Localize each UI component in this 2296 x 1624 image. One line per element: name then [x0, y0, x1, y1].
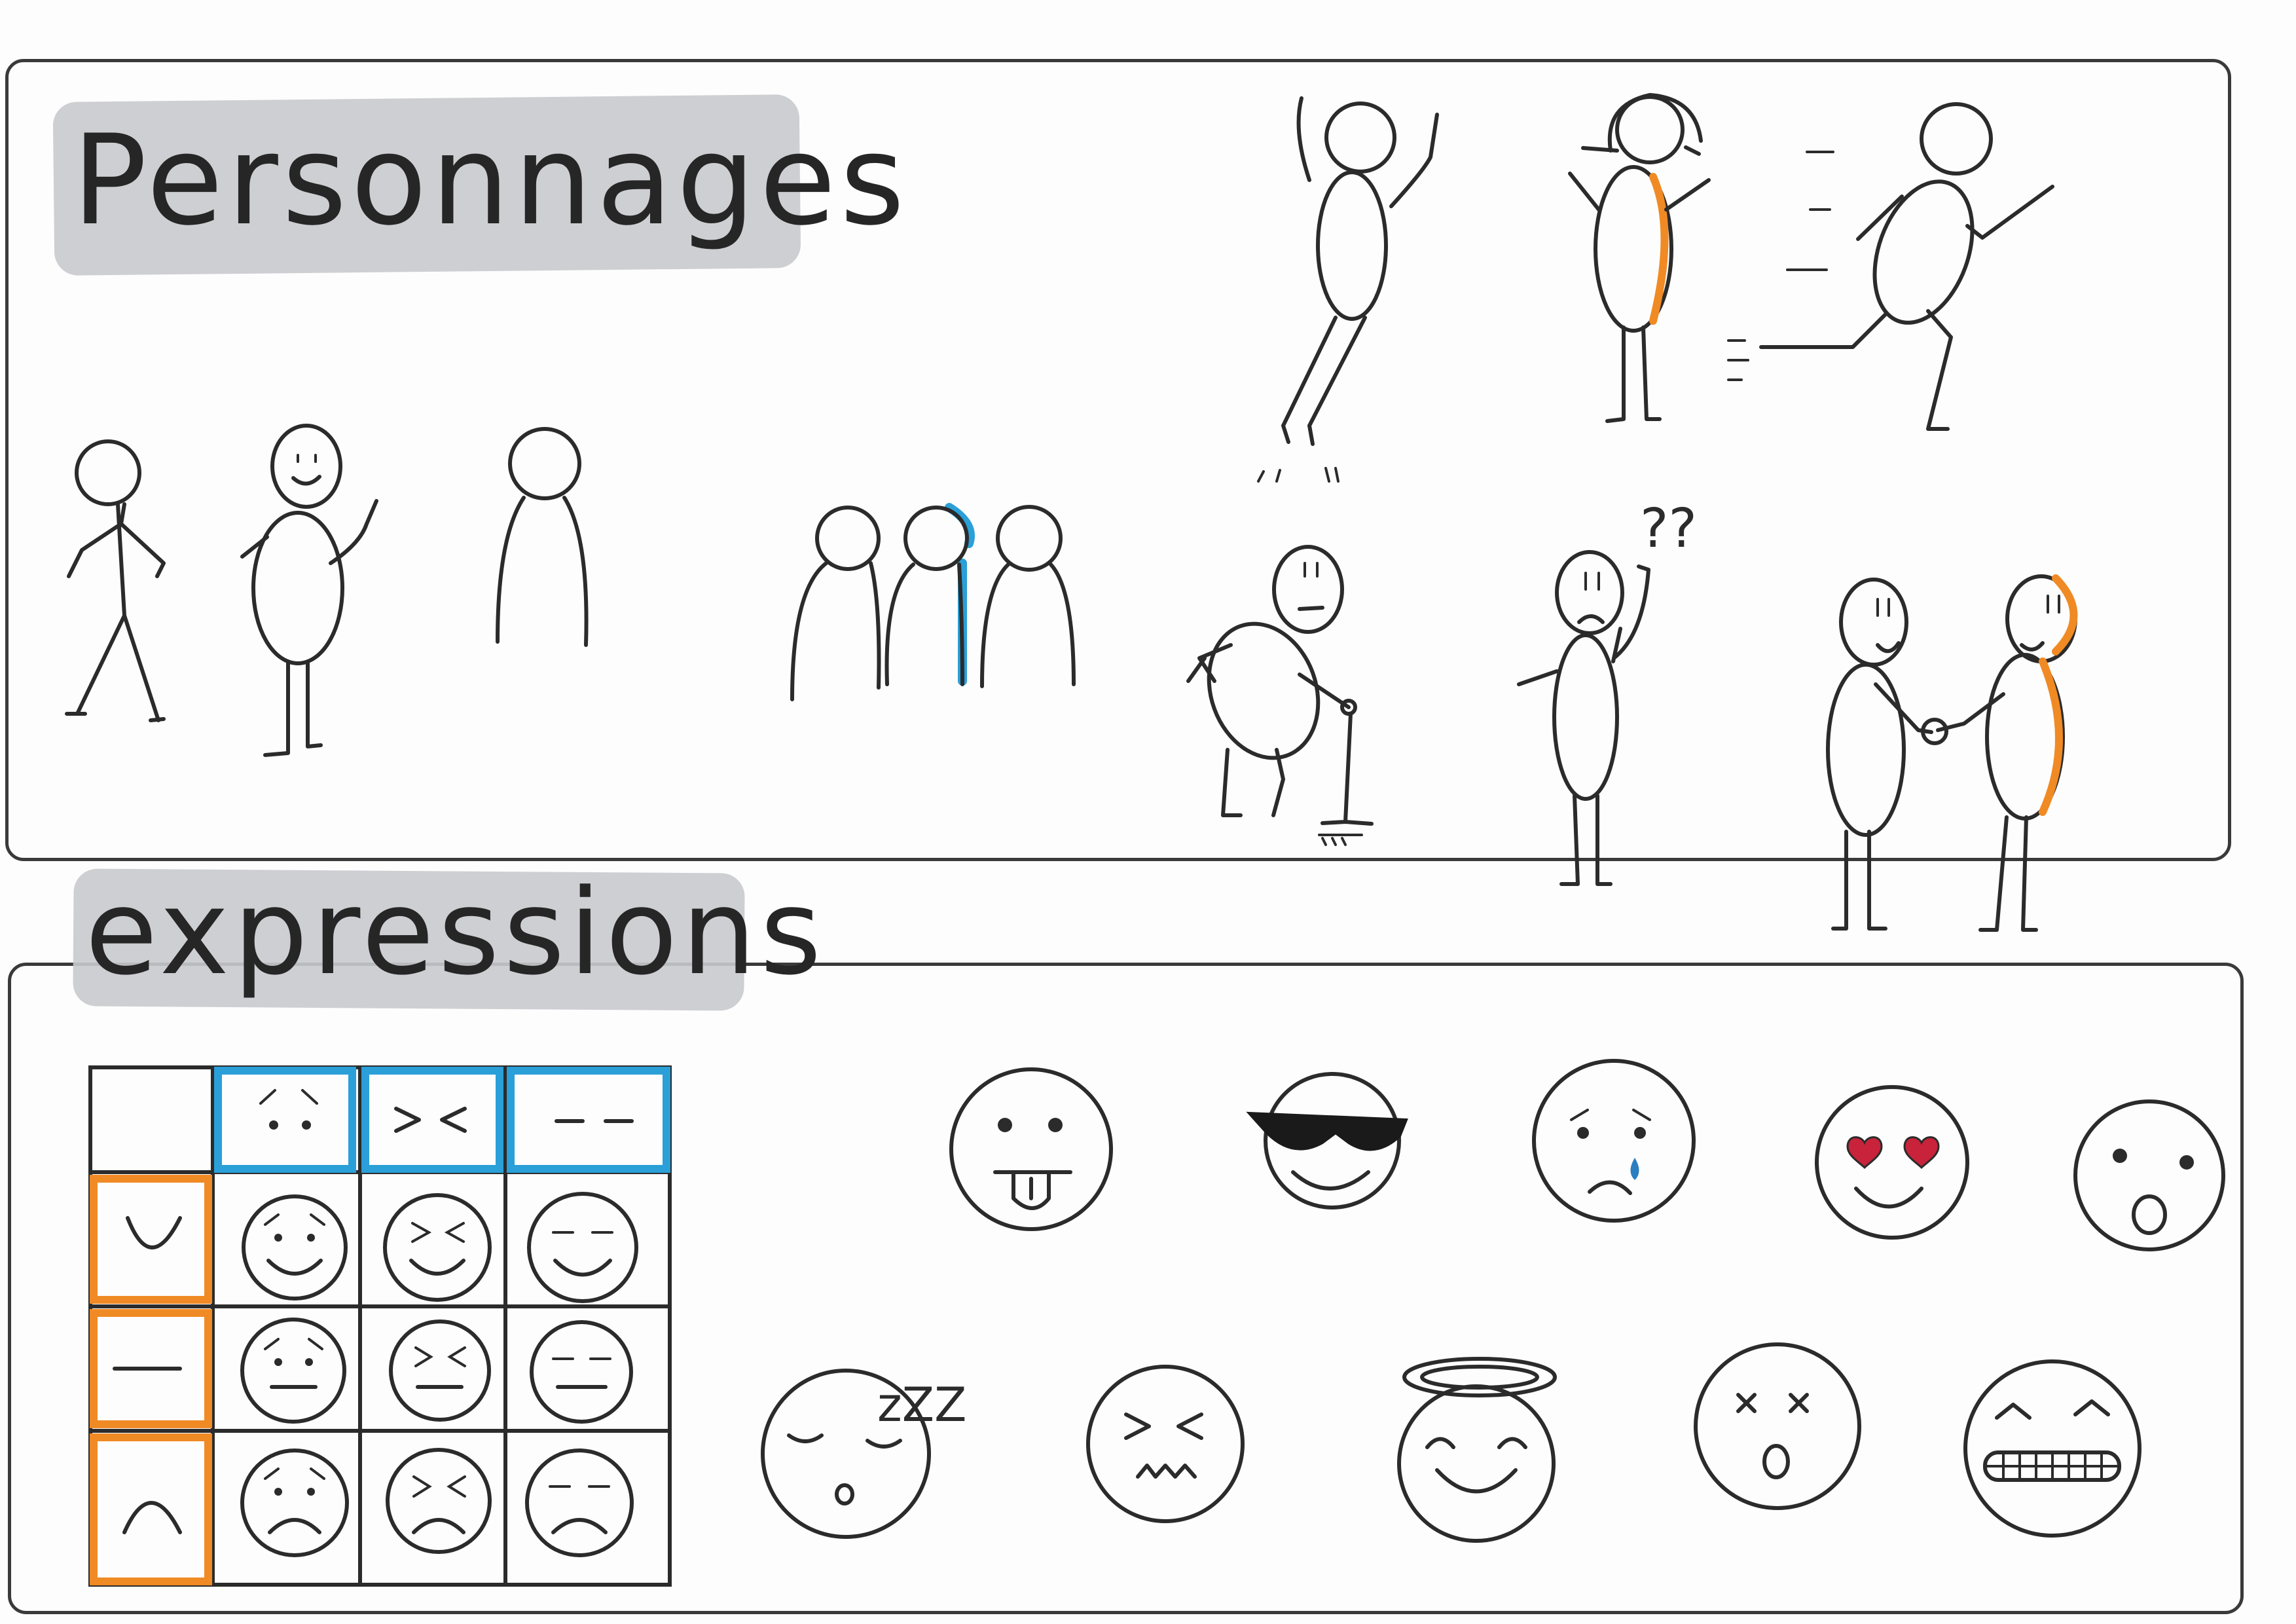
frown-mouth-icon — [122, 1501, 182, 1534]
grid-face-closed-frown-icon — [525, 1449, 634, 1557]
dizzy-face-icon — [1694, 1342, 1861, 1510]
worried-eyes-icon — [259, 1089, 318, 1130]
tongue-out-face-icon — [949, 1067, 1113, 1231]
bean-figure-waving-icon — [240, 424, 378, 757]
crying-face-icon — [1532, 1059, 1696, 1223]
head-torso-outline-icon — [496, 427, 589, 647]
grid-face-squint-flat-icon — [389, 1320, 491, 1422]
figure-with-hair-icon — [1568, 93, 1711, 423]
handshake-pair-icon — [1826, 574, 2078, 932]
heart-eyes-face-icon — [1815, 1085, 1969, 1240]
grid-face-closed-smile-icon — [527, 1192, 638, 1303]
running-figure-icon — [1727, 102, 2054, 431]
surprised-face-icon — [2073, 1099, 2225, 1251]
grid-face-worried-smile-icon — [242, 1194, 348, 1301]
jumping-figure-icon — [1257, 96, 1439, 483]
squint-eyes-icon — [394, 1107, 467, 1133]
confused-figure-icon: ?? — [1517, 498, 1697, 886]
elderly-with-cane-icon — [1186, 545, 1374, 846]
question-marks-text: ?? — [1640, 498, 1697, 560]
sleeping-face-icon: zZZ — [761, 1369, 966, 1539]
sunglasses-face-icon — [1246, 1072, 1408, 1209]
angel-face-icon — [1397, 1357, 1557, 1543]
sleep-marks-text: zZZ — [877, 1377, 966, 1432]
sick-face-icon — [1086, 1365, 1245, 1523]
stick-figure-walking-icon — [65, 439, 166, 722]
sketch-artwork: ?? zZZ — [65, 93, 2225, 1587]
grimacing-face-icon — [1963, 1359, 2141, 1538]
grid-face-worried-frown-icon — [240, 1449, 349, 1557]
group-of-three-icon — [790, 503, 1076, 701]
grid-face-squint-smile-icon — [383, 1193, 492, 1302]
grid-face-squint-frown-icon — [386, 1448, 492, 1554]
sketch-sheet: Personnages expressions ?? zZZ — [0, 0, 2296, 1624]
grid-face-worried-flat-icon — [240, 1318, 346, 1424]
smile-mouth-icon — [126, 1216, 182, 1249]
grid-face-closed-flat-icon — [530, 1320, 633, 1424]
expression-grid — [88, 1065, 672, 1587]
